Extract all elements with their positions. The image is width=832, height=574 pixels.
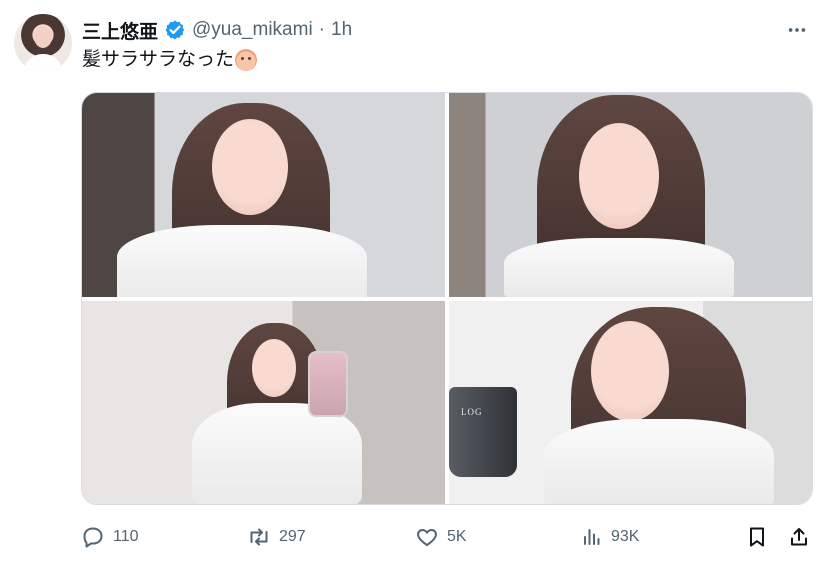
share-icon [791, 528, 807, 546]
heart-icon [417, 529, 437, 546]
author-name[interactable]: 三上悠亜 [82, 17, 158, 44]
author-handle[interactable]: @yua_mikami [192, 19, 313, 41]
face-shape [212, 119, 288, 215]
photo-2[interactable] [449, 93, 812, 297]
views-button[interactable]: 93K [579, 522, 639, 552]
tweet-header: 三上悠亜 @yua_mikami · 1h [82, 17, 352, 43]
media-grid[interactable]: LOG [81, 92, 813, 505]
sweater-shape [544, 419, 774, 504]
avatar-face [34, 26, 52, 48]
photo-3[interactable] [82, 301, 445, 504]
repost-icon [250, 528, 268, 546]
face-shape [591, 321, 669, 421]
views-count: 93K [611, 528, 640, 545]
repost-count: 297 [279, 528, 306, 545]
author-avatar[interactable] [14, 14, 72, 72]
separator-dot: · [318, 19, 325, 40]
sweater-shape [504, 238, 734, 297]
baby-face-emoji [235, 49, 258, 71]
face-shape [579, 123, 659, 229]
tweet-body: 髪サラサラなった [82, 49, 235, 70]
tweet-text: 髪サラサラなった [82, 47, 258, 73]
bookmark-icon [750, 527, 764, 547]
more-options-button[interactable] [784, 18, 810, 42]
reply-icon [83, 527, 103, 548]
action-bar: 110 297 5K 93K [81, 522, 813, 552]
like-count: 5K [447, 528, 467, 545]
phone-shape [308, 351, 348, 417]
repost-button[interactable]: 297 [247, 522, 306, 552]
avatar-shirt [24, 54, 62, 72]
more-options-icon [788, 28, 806, 32]
tweet-time[interactable]: 1h [331, 19, 352, 41]
reply-count: 110 [113, 528, 139, 545]
share-button[interactable] [787, 522, 811, 552]
analytics-icon [584, 529, 600, 545]
like-button[interactable]: 5K [415, 522, 467, 552]
face-shape [252, 339, 296, 397]
cup-shape: LOG [449, 387, 517, 477]
photo-4[interactable]: LOG [449, 301, 812, 504]
bookmark-button[interactable] [745, 522, 769, 552]
sweater-shape [117, 225, 367, 297]
photo-grid: LOG [82, 93, 812, 504]
reply-button[interactable]: 110 [81, 522, 139, 552]
sweater-shape [192, 403, 362, 504]
photo-1[interactable] [82, 93, 445, 297]
tweet-card: 三上悠亜 @yua_mikami · 1h 髪サラサラなった LOG 110 2… [0, 0, 832, 574]
verified-badge-icon [165, 20, 185, 40]
